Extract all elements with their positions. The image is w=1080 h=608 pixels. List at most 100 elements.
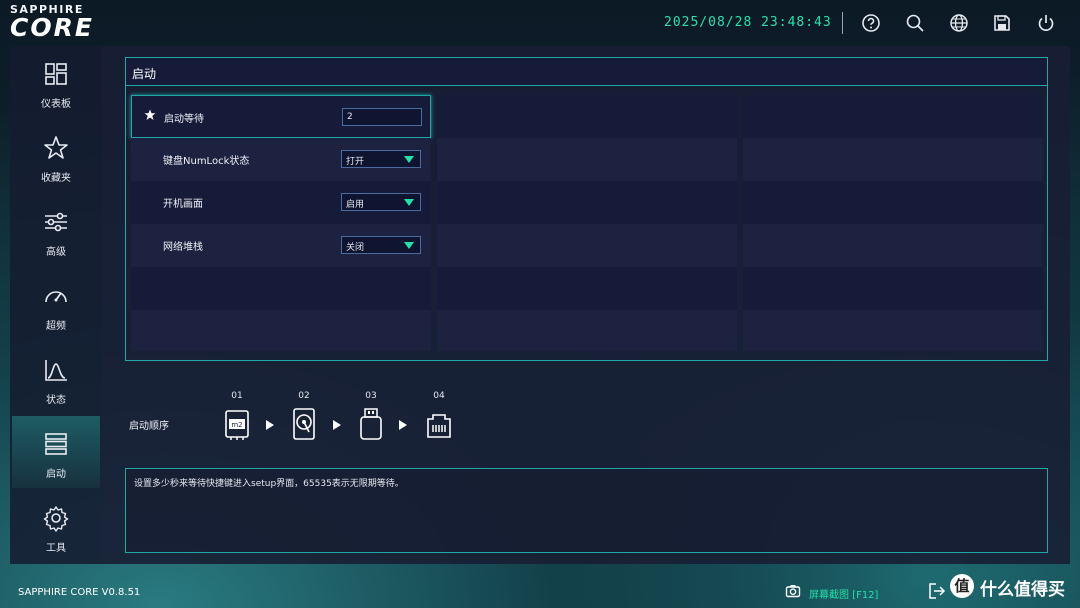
boot-device-2[interactable]: 02 <box>287 391 321 445</box>
network-port-icon <box>427 414 451 438</box>
sidebar-item-favorites[interactable]: 收藏夹 <box>12 120 100 192</box>
sidebar-item-label: 高级 <box>46 247 66 258</box>
watermark-logo: 值 <box>950 574 974 598</box>
empty-row <box>437 181 737 224</box>
settings-panel: 启动 启动等待 2 键盘NumLock状态 打开 开机画面 启用 网络堆栈 关闭 <box>125 57 1048 361</box>
datetime: 2025/08/28 23:48:43 <box>664 15 832 30</box>
empty-row <box>743 224 1043 267</box>
boot-order-arrow <box>399 420 407 430</box>
boot-device-number: 04 <box>433 391 445 401</box>
sidebar-item-advanced[interactable]: 高级 <box>12 194 100 266</box>
sidebar-item-label: 收藏夹 <box>41 173 71 184</box>
sidebar-item-dashboard[interactable]: 仪表板 <box>12 46 100 118</box>
m2-drive-icon: m2 <box>225 410 249 440</box>
header-divider <box>842 12 843 34</box>
sidebar-item-status[interactable]: 状态 <box>12 342 100 414</box>
watermark-text: 什么值得买 <box>980 580 1065 600</box>
empty-row <box>437 267 737 310</box>
sidebar-item-label: 状态 <box>46 395 66 406</box>
main-content: 启动 启动等待 2 键盘NumLock状态 打开 开机画面 启用 网络堆栈 关闭 <box>102 46 1070 564</box>
brand-logo: SAPPHIRE CORE <box>10 3 94 40</box>
empty-row <box>437 224 737 267</box>
setting-label: 网络堆栈 <box>163 242 203 253</box>
exit-button[interactable] <box>928 582 946 600</box>
gauge-icon <box>45 291 67 303</box>
sidebar-item-boot[interactable]: 启动 <box>12 416 100 488</box>
field-value: 打开 <box>346 157 365 167</box>
setting-row-network-stack[interactable]: 网络堆栈 关闭 <box>131 224 431 267</box>
field-value: 2 <box>347 112 353 122</box>
save-icon[interactable] <box>991 12 1013 34</box>
boot-device-number: 01 <box>231 391 243 401</box>
exit-icon <box>929 583 946 599</box>
svg-text:m2: m2 <box>231 421 242 429</box>
boot-device-1[interactable]: 01 m2 <box>220 391 254 445</box>
sidebar-item-label: 仪表板 <box>41 99 71 110</box>
empty-row <box>437 310 737 351</box>
empty-row <box>131 310 431 351</box>
setting-label: 键盘NumLock状态 <box>163 156 250 167</box>
setting-row-boot-logo[interactable]: 开机画面 启用 <box>131 181 431 224</box>
status-graph-icon <box>45 360 67 381</box>
settings-column-2 <box>437 95 737 351</box>
network-stack-select[interactable]: 关闭 <box>341 236 421 254</box>
sidebar-item-label: 超频 <box>46 321 66 332</box>
setting-label: 启动等待 <box>164 114 204 125</box>
boot-order-arrow <box>333 420 341 430</box>
power-icon[interactable] <box>1035 12 1057 34</box>
search-icon[interactable] <box>904 12 926 34</box>
globe-icon[interactable] <box>948 12 970 34</box>
panel-header: 启动 <box>126 58 1047 86</box>
settings-column-3 <box>743 95 1043 351</box>
sidebar-item-label: 启动 <box>46 469 66 480</box>
setting-row-boot-wait[interactable]: 启动等待 2 <box>131 95 431 138</box>
hard-disk-icon <box>293 408 315 440</box>
sidebar: 仪表板 收藏夹 高级 超频 状态 启动 工具 <box>10 46 102 564</box>
top-bar: SAPPHIRE CORE 2025/08/28 23:48:43 <box>0 0 1080 46</box>
watermark: 值 什么值得买 <box>950 572 1080 608</box>
chevron-down-icon <box>404 156 414 163</box>
sidebar-item-label: 工具 <box>46 543 66 554</box>
boot-device-number: 02 <box>298 391 310 401</box>
boot-logo-select[interactable]: 启用 <box>341 193 421 211</box>
empty-row <box>743 181 1043 224</box>
help-description-box: 设置多少秒来等待快捷键进入setup界面，65535表示无限期等待。 <box>125 468 1048 553</box>
screenshot-label: 屏幕截图 [F12] <box>809 590 879 601</box>
boot-device-number: 03 <box>365 391 377 401</box>
boot-order-arrow <box>266 420 274 430</box>
version-label: SAPPHIRE CORE V0.8.51 <box>18 587 141 598</box>
chevron-down-icon <box>404 242 414 249</box>
panel-title: 启动 <box>132 67 157 81</box>
empty-row <box>743 138 1043 181</box>
usb-drive-icon <box>360 408 382 440</box>
help-icon[interactable] <box>860 12 882 34</box>
camera-icon <box>785 585 801 598</box>
sliders-icon <box>45 212 67 232</box>
empty-row <box>131 267 431 310</box>
empty-row <box>743 267 1043 310</box>
favorite-star-icon[interactable] <box>144 109 156 121</box>
boot-device-3[interactable]: 03 <box>354 391 388 445</box>
boot-wait-input[interactable]: 2 <box>342 108 422 126</box>
field-value: 关闭 <box>346 243 365 253</box>
empty-row <box>743 310 1043 351</box>
setting-row-numlock[interactable]: 键盘NumLock状态 打开 <box>131 138 431 181</box>
help-text: 设置多少秒来等待快捷键进入setup界面，65535表示无限期等待。 <box>134 479 404 489</box>
settings-column-1: 启动等待 2 键盘NumLock状态 打开 开机画面 启用 网络堆栈 关闭 <box>131 95 431 351</box>
empty-row <box>743 95 1043 138</box>
empty-row <box>437 138 737 181</box>
setting-label: 开机画面 <box>163 199 203 210</box>
star-icon <box>44 136 68 159</box>
boot-order-label: 启动顺序 <box>129 421 169 432</box>
boot-device-4[interactable]: 04 <box>422 391 456 445</box>
brand-main: CORE <box>10 13 94 42</box>
numlock-select[interactable]: 打开 <box>341 150 421 168</box>
field-value: 启用 <box>346 200 365 210</box>
chevron-down-icon <box>404 199 414 206</box>
sidebar-item-tools[interactable]: 工具 <box>12 490 100 562</box>
sidebar-item-overclock[interactable]: 超频 <box>12 268 100 340</box>
dashboard-icon <box>45 63 67 85</box>
boot-stack-icon <box>45 433 67 455</box>
empty-row <box>437 95 737 138</box>
gear-icon <box>43 506 69 532</box>
